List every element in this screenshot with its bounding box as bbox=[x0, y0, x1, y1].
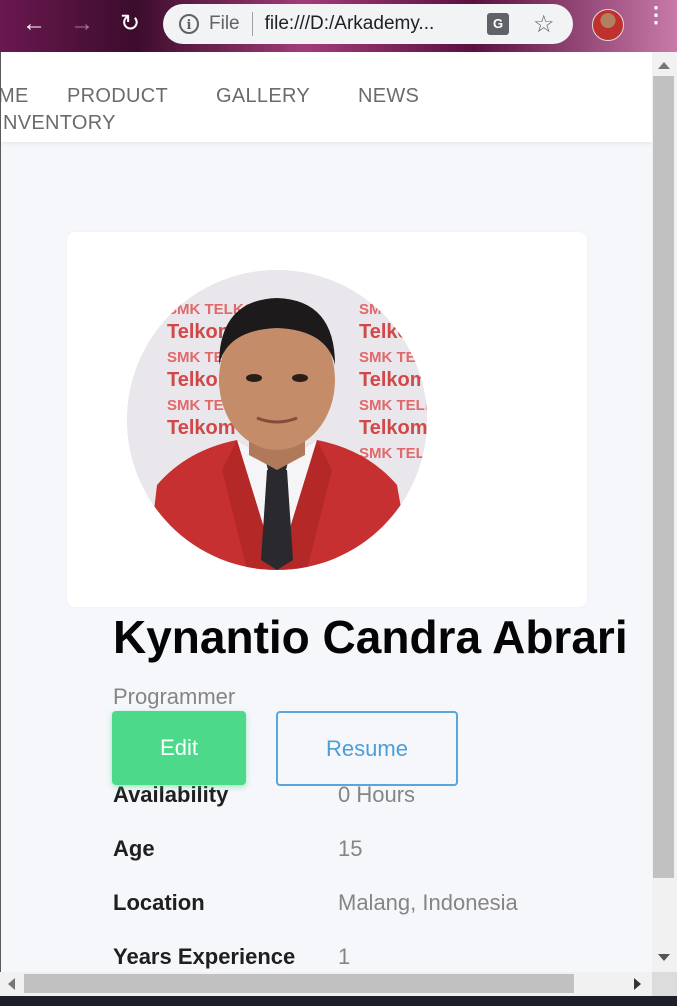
edit-button[interactable]: Edit bbox=[112, 711, 246, 785]
scroll-up-arrow-icon[interactable] bbox=[658, 62, 670, 69]
os-taskbar-edge bbox=[0, 996, 677, 1006]
address-bar[interactable]: i File file:///D:/Arkademy... G ☆ bbox=[163, 4, 573, 44]
detail-value-age: 15 bbox=[338, 836, 363, 861]
detail-label-experience: Years Experience bbox=[113, 944, 296, 969]
horizontal-scroll-thumb[interactable] bbox=[24, 974, 574, 993]
vertical-scrollbar[interactable] bbox=[652, 52, 677, 972]
nav-link-home[interactable]: ME bbox=[1, 85, 29, 108]
translate-icon[interactable]: G bbox=[487, 13, 509, 35]
detail-label-age: Age bbox=[113, 836, 155, 861]
vertical-scroll-thumb[interactable] bbox=[653, 76, 674, 878]
profile-avatar-icon[interactable] bbox=[592, 9, 624, 41]
browser-toolbar: ← → ↻ i File file:///D:/Arkademy... G ☆ … bbox=[0, 0, 677, 52]
scheme-label: File bbox=[209, 13, 240, 34]
scroll-right-arrow-icon[interactable] bbox=[634, 978, 641, 990]
menu-icon[interactable]: ⋮ bbox=[645, 4, 667, 26]
detail-label-location: Location bbox=[113, 890, 205, 915]
svg-text:SMK TELKOM: SMK TELKOM bbox=[359, 445, 427, 462]
site-navbar: ME PRODUCT GALLERY NEWS NVENTORY bbox=[1, 52, 652, 142]
nav-link-news[interactable]: NEWS bbox=[358, 85, 419, 108]
detail-label-availability: Availability bbox=[113, 782, 229, 807]
bookmark-star-icon[interactable]: ☆ bbox=[533, 10, 555, 39]
resume-button[interactable]: Resume bbox=[276, 711, 458, 786]
svg-text:Telkom: Telkom bbox=[359, 369, 427, 391]
back-arrow-icon[interactable]: ← bbox=[18, 8, 50, 40]
svg-text:Telkom: Telkom bbox=[359, 321, 427, 343]
page-viewport: ME PRODUCT GALLERY NEWS NVENTORY SMK TEL… bbox=[0, 52, 652, 972]
profile-photo-card: SMK TELKOM Telkom SMK TELKOM Telkom SMK … bbox=[67, 232, 587, 607]
forward-arrow-icon[interactable]: → bbox=[66, 8, 98, 40]
scroll-down-arrow-icon[interactable] bbox=[658, 954, 670, 961]
profile-photo: SMK TELKOM Telkom SMK TELKOM Telkom SMK … bbox=[127, 270, 427, 570]
address-divider bbox=[251, 12, 253, 36]
nav-link-product[interactable]: PRODUCT bbox=[67, 85, 168, 108]
profile-role: Programmer bbox=[113, 684, 236, 709]
profile-name: Kynantio Candra Abrari bbox=[113, 611, 628, 663]
nav-link-inventory[interactable]: NVENTORY bbox=[3, 112, 116, 135]
svg-text:Telkom: Telkom bbox=[167, 417, 236, 439]
svg-text:SMK TELKOM: SMK TELKOM bbox=[359, 397, 427, 414]
scrollbar-corner bbox=[652, 972, 677, 996]
horizontal-scrollbar[interactable] bbox=[0, 972, 652, 996]
detail-value-location: Malang, Indonesia bbox=[338, 890, 518, 915]
svg-text:Telkom: Telkom bbox=[359, 417, 427, 439]
svg-text:SMK TELKOM: SMK TELKOM bbox=[359, 301, 427, 318]
nav-link-gallery[interactable]: GALLERY bbox=[216, 85, 310, 108]
profile-photo-illustration: SMK TELKOM Telkom SMK TELKOM Telkom SMK … bbox=[127, 270, 427, 570]
detail-value-experience: 1 bbox=[338, 944, 351, 969]
url-text[interactable]: file:///D:/Arkademy... bbox=[265, 13, 435, 35]
scroll-left-arrow-icon[interactable] bbox=[8, 978, 15, 990]
reload-icon[interactable]: ↻ bbox=[114, 8, 146, 40]
svg-text:SMK TELKOM: SMK TELKOM bbox=[359, 349, 427, 366]
info-icon[interactable]: i bbox=[179, 14, 199, 34]
